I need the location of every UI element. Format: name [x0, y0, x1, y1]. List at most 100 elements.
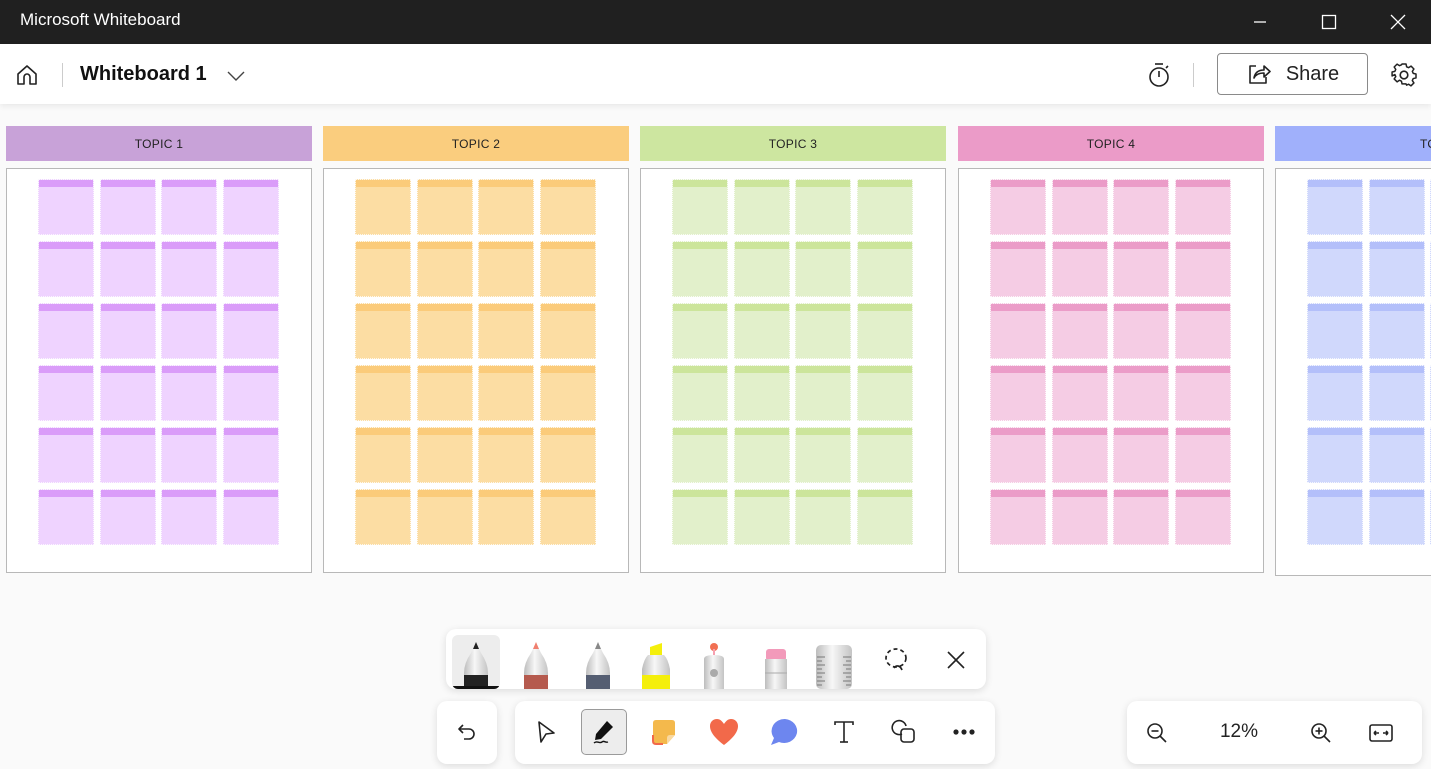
minimize-button[interactable] — [1237, 0, 1283, 44]
settings-button[interactable] — [1388, 60, 1420, 90]
sticky-note[interactable] — [1368, 489, 1425, 545]
topic-frame[interactable] — [1275, 168, 1431, 576]
sticky-note[interactable] — [1307, 241, 1363, 297]
sticky-note[interactable] — [38, 427, 94, 483]
sticky-note[interactable] — [38, 303, 94, 359]
sticky-note[interactable] — [478, 489, 534, 545]
sticky-note[interactable] — [539, 303, 596, 359]
sticky-note[interactable] — [99, 303, 156, 359]
sticky-note[interactable] — [222, 365, 279, 421]
topic-frame[interactable] — [6, 168, 312, 573]
sticky-note[interactable] — [795, 489, 851, 545]
sticky-note[interactable] — [1174, 241, 1231, 297]
sticky-note[interactable] — [355, 489, 411, 545]
sticky-note[interactable] — [539, 489, 596, 545]
sticky-note[interactable] — [222, 241, 279, 297]
sticky-note[interactable] — [222, 303, 279, 359]
topic-header[interactable]: TOPIC 1 — [6, 126, 312, 161]
sticky-note[interactable] — [1051, 365, 1108, 421]
sticky-note[interactable] — [990, 179, 1046, 235]
sticky-note[interactable] — [478, 241, 534, 297]
timer-button[interactable] — [1144, 60, 1174, 90]
sticky-note[interactable] — [355, 303, 411, 359]
sticky-note[interactable] — [795, 303, 851, 359]
sticky-note[interactable] — [1307, 427, 1363, 483]
sticky-note[interactable] — [478, 365, 534, 421]
sticky-note[interactable] — [416, 365, 473, 421]
sticky-note[interactable] — [990, 489, 1046, 545]
sticky-note[interactable] — [990, 427, 1046, 483]
sticky-note[interactable] — [733, 365, 790, 421]
sticky-note[interactable] — [539, 241, 596, 297]
sticky-note[interactable] — [1051, 179, 1108, 235]
topic-frame[interactable] — [958, 168, 1264, 573]
sticky-note[interactable] — [1174, 179, 1231, 235]
share-button[interactable]: Share — [1217, 53, 1368, 95]
sticky-note[interactable] — [222, 179, 279, 235]
sticky-note[interactable] — [355, 365, 411, 421]
sticky-note[interactable] — [416, 179, 473, 235]
tool-text[interactable] — [821, 709, 867, 755]
zoom-in-button[interactable] — [1305, 717, 1337, 749]
sticky-note[interactable] — [1113, 241, 1169, 297]
sticky-note[interactable] — [416, 489, 473, 545]
sticky-note[interactable] — [856, 427, 913, 483]
topic-frame[interactable] — [323, 168, 629, 573]
sticky-note[interactable] — [355, 241, 411, 297]
close-window-button[interactable] — [1375, 0, 1421, 44]
sticky-note[interactable] — [856, 303, 913, 359]
topic-header[interactable]: TOPIC 3 — [640, 126, 946, 161]
sticky-note[interactable] — [1174, 427, 1231, 483]
pen-tool-eraser[interactable] — [752, 635, 800, 689]
whiteboard-canvas[interactable]: TOPIC 1 TOPIC 2 TOPIC 3 TOPIC 4 TOPIC 5 — [0, 104, 1431, 769]
tool-more[interactable] — [941, 709, 987, 755]
sticky-note[interactable] — [672, 489, 728, 545]
sticky-note[interactable] — [1307, 303, 1363, 359]
lasso-select-button[interactable] — [880, 644, 912, 676]
tool-sticky-note[interactable] — [641, 709, 687, 755]
sticky-note[interactable] — [733, 489, 790, 545]
sticky-note[interactable] — [539, 365, 596, 421]
maximize-button[interactable] — [1306, 0, 1352, 44]
sticky-note[interactable] — [99, 489, 156, 545]
sticky-note[interactable] — [1368, 427, 1425, 483]
sticky-note[interactable] — [1368, 179, 1425, 235]
tool-select[interactable] — [523, 709, 569, 755]
sticky-note[interactable] — [222, 489, 279, 545]
tool-inking[interactable] — [581, 709, 627, 755]
sticky-note[interactable] — [733, 427, 790, 483]
close-tray-button[interactable] — [940, 644, 972, 676]
fit-to-screen-button[interactable] — [1365, 717, 1397, 749]
pen-tool-galaxy-pen[interactable] — [574, 635, 622, 689]
sticky-note[interactable] — [1051, 241, 1108, 297]
sticky-note[interactable] — [161, 489, 217, 545]
sticky-note[interactable] — [38, 489, 94, 545]
sticky-note[interactable] — [672, 427, 728, 483]
sticky-note[interactable] — [1174, 365, 1231, 421]
sticky-note[interactable] — [478, 303, 534, 359]
sticky-note[interactable] — [795, 241, 851, 297]
pen-tool-red-pen[interactable] — [512, 635, 560, 689]
sticky-note[interactable] — [416, 303, 473, 359]
sticky-note[interactable] — [416, 427, 473, 483]
pen-tool-laser-pointer[interactable] — [690, 635, 738, 689]
sticky-note[interactable] — [1113, 427, 1169, 483]
sticky-note[interactable] — [672, 241, 728, 297]
topic-frame[interactable] — [640, 168, 946, 573]
sticky-note[interactable] — [795, 179, 851, 235]
undo-button[interactable] — [437, 701, 497, 764]
sticky-note[interactable] — [1307, 489, 1363, 545]
sticky-note[interactable] — [856, 365, 913, 421]
sticky-note[interactable] — [416, 241, 473, 297]
sticky-note[interactable] — [795, 365, 851, 421]
pen-tool-highlighter[interactable] — [632, 635, 680, 689]
sticky-note[interactable] — [733, 303, 790, 359]
zoom-out-button[interactable] — [1141, 717, 1173, 749]
sticky-note[interactable] — [1368, 241, 1425, 297]
sticky-note[interactable] — [733, 179, 790, 235]
sticky-note[interactable] — [856, 179, 913, 235]
sticky-note[interactable] — [1368, 365, 1425, 421]
sticky-note[interactable] — [733, 241, 790, 297]
topic-header[interactable]: TOPIC 2 — [323, 126, 629, 161]
sticky-note[interactable] — [222, 427, 279, 483]
